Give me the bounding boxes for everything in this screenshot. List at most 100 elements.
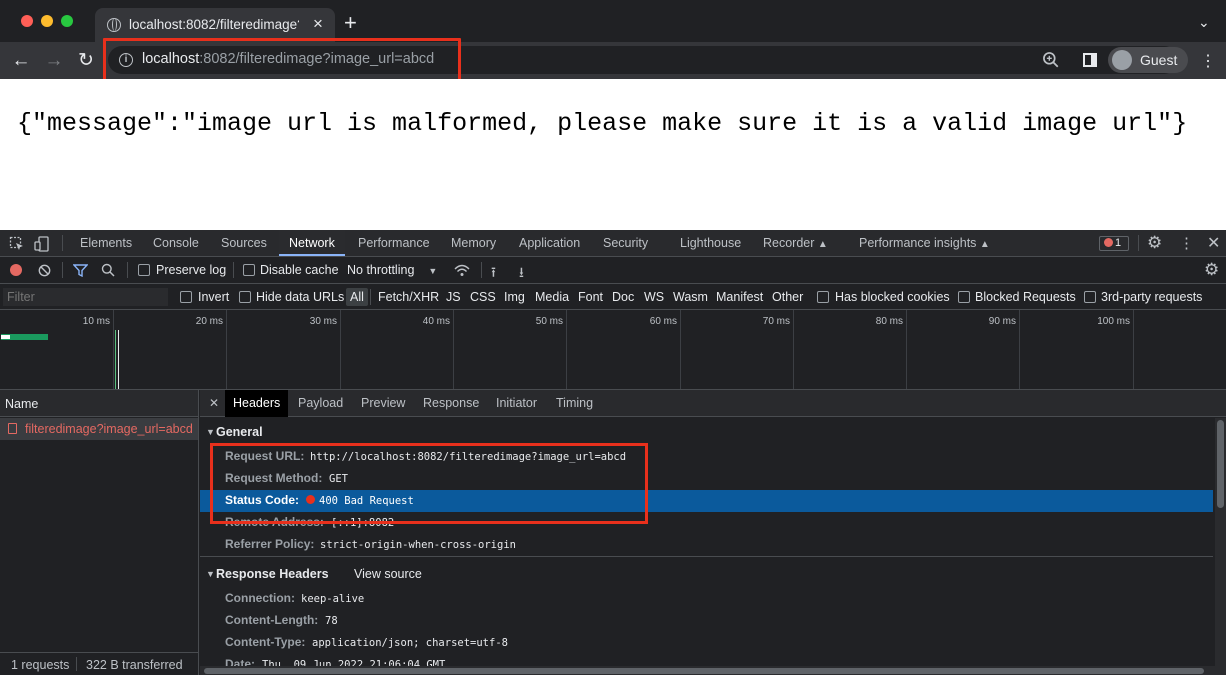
- timeline-tick-label: 20 ms: [195, 316, 223, 327]
- preserve-log-checkbox[interactable]: [138, 264, 150, 276]
- divider: [127, 262, 128, 278]
- side-panel-icon[interactable]: [1083, 53, 1097, 67]
- network-toolbar: Preserve log Disable cache No throttling…: [0, 257, 1226, 284]
- tab-memory[interactable]: Memory: [443, 230, 504, 256]
- record-icon[interactable]: [10, 264, 22, 276]
- more-options-icon[interactable]: ⋮: [1179, 234, 1194, 252]
- content-length-value: 78: [325, 615, 338, 627]
- error-icon: [1104, 238, 1113, 247]
- tab-network[interactable]: Network: [279, 230, 345, 256]
- tab-lighthouse[interactable]: Lighthouse: [672, 230, 749, 256]
- timeline-tick-label: 40 ms: [422, 316, 450, 327]
- filter-icon[interactable]: [73, 264, 88, 277]
- minimize-window-button[interactable]: [41, 15, 53, 27]
- hide-data-urls-label: Hide data URLs: [256, 290, 345, 304]
- export-har-icon[interactable]: ⭳: [519, 262, 524, 286]
- filter-type-all[interactable]: All: [346, 288, 368, 306]
- browser-menu-icon[interactable]: ⋮: [1200, 51, 1216, 71]
- throttling-select[interactable]: No throttling ▼: [347, 263, 437, 277]
- disable-cache-checkbox[interactable]: [243, 264, 255, 276]
- tab-application[interactable]: Application: [511, 230, 588, 256]
- search-icon[interactable]: [101, 263, 115, 277]
- timeline-overview[interactable]: 10 ms 20 ms 30 ms 40 ms 50 ms 60 ms 70 ms 80 ms…: [0, 310, 1226, 390]
- filter-input[interactable]: [3, 288, 168, 306]
- view-source-link[interactable]: View source: [354, 567, 422, 581]
- response-headers-title[interactable]: Response Headers: [216, 567, 329, 581]
- clear-icon[interactable]: [38, 264, 51, 277]
- third-party-checkbox[interactable]: [1084, 291, 1096, 303]
- hide-data-urls-checkbox[interactable]: [239, 291, 251, 303]
- horizontal-scrollbar[interactable]: [200, 666, 1215, 675]
- maximize-window-button[interactable]: [61, 15, 73, 27]
- name-column-header[interactable]: Name: [0, 390, 198, 417]
- filter-type-img[interactable]: Img: [504, 284, 525, 310]
- blocked-cookies-checkbox[interactable]: [817, 291, 829, 303]
- tab-performance[interactable]: Performance: [350, 230, 438, 256]
- filter-type-manifest[interactable]: Manifest: [716, 284, 763, 310]
- filter-type-doc[interactable]: Doc: [612, 284, 634, 310]
- filter-type-css[interactable]: CSS: [470, 284, 496, 310]
- request-row[interactable]: filteredimage?image_url=abcd: [0, 418, 198, 440]
- filter-type-ws[interactable]: WS: [644, 284, 664, 310]
- forward-button[interactable]: →: [43, 50, 65, 72]
- tab-recorder-label: Recorder: [763, 236, 815, 250]
- vertical-scrollbar[interactable]: [1215, 418, 1226, 675]
- divider: [62, 262, 63, 278]
- tab-sources[interactable]: Sources: [213, 230, 275, 256]
- error-counter[interactable]: 1: [1099, 236, 1129, 251]
- network-settings-gear-icon[interactable]: ⚙: [1204, 260, 1219, 280]
- profile-label: Guest: [1140, 52, 1178, 68]
- triangle-down-icon[interactable]: ▼: [206, 427, 215, 437]
- device-toolbar-icon[interactable]: [34, 236, 50, 252]
- tab-preview[interactable]: Preview: [353, 390, 413, 417]
- tab-recorder[interactable]: Recorder ▲: [755, 230, 836, 256]
- filter-type-media[interactable]: Media: [535, 284, 569, 310]
- browser-tab[interactable]: localhost:8082/filteredimage?i ×: [95, 8, 335, 42]
- settings-gear-icon[interactable]: ⚙: [1147, 233, 1162, 253]
- network-conditions-icon[interactable]: [453, 263, 471, 278]
- tab-console[interactable]: Console: [145, 230, 207, 256]
- inspect-element-icon[interactable]: [9, 236, 25, 252]
- invert-checkbox[interactable]: [180, 291, 192, 303]
- reload-button[interactable]: ↻: [75, 50, 97, 72]
- tab-headers[interactable]: Headers: [225, 390, 289, 417]
- content-type-value: application/json; charset=utf-8: [312, 637, 508, 649]
- divider: [1138, 235, 1139, 251]
- zoom-icon[interactable]: [1042, 51, 1060, 69]
- filter-type-wasm[interactable]: Wasm: [673, 284, 708, 310]
- filter-type-js[interactable]: JS: [446, 284, 461, 310]
- tab-search-chevron-icon[interactable]: ⌄: [1198, 14, 1210, 31]
- filter-type-fetch-xhr[interactable]: Fetch/XHR: [378, 284, 439, 310]
- tab-elements[interactable]: Elements: [72, 230, 140, 256]
- close-detail-icon[interactable]: ✕: [209, 396, 219, 410]
- connection-key: Connection:: [225, 591, 295, 605]
- timeline-gridline: [906, 310, 907, 389]
- triangle-down-icon[interactable]: ▼: [206, 569, 215, 579]
- content-type-key: Content-Type:: [225, 635, 306, 649]
- profile-button[interactable]: Guest: [1108, 47, 1188, 73]
- tab-performance-insights[interactable]: Performance insights ▲: [851, 230, 998, 256]
- blocked-requests-checkbox[interactable]: [958, 291, 970, 303]
- referrer-policy-value: strict-origin-when-cross-origin: [320, 539, 516, 551]
- divider: [481, 262, 482, 278]
- general-highlight-box: [210, 443, 648, 524]
- close-devtools-icon[interactable]: ✕: [1207, 233, 1220, 253]
- filter-type-font[interactable]: Font: [578, 284, 603, 310]
- timeline-gridline: [226, 310, 227, 389]
- tab-payload[interactable]: Payload: [290, 390, 351, 417]
- scrollbar-thumb[interactable]: [1217, 420, 1224, 508]
- scrollbar-thumb[interactable]: [204, 668, 1204, 674]
- tab-security[interactable]: Security: [595, 230, 656, 256]
- import-har-icon[interactable]: ⭱: [491, 262, 496, 286]
- filter-type-other[interactable]: Other: [772, 284, 803, 310]
- timeline-tick-label: 10 ms: [82, 316, 110, 327]
- tab-response[interactable]: Response: [415, 390, 487, 417]
- general-section-title[interactable]: General: [216, 425, 263, 439]
- close-window-button[interactable]: [21, 15, 33, 27]
- tab-close-button[interactable]: ×: [308, 14, 328, 34]
- tab-initiator[interactable]: Initiator: [488, 390, 545, 417]
- tab-timing[interactable]: Timing: [548, 390, 601, 417]
- timeline-gridline: [453, 310, 454, 389]
- new-tab-button[interactable]: +: [344, 10, 357, 36]
- back-button[interactable]: ←: [10, 50, 32, 72]
